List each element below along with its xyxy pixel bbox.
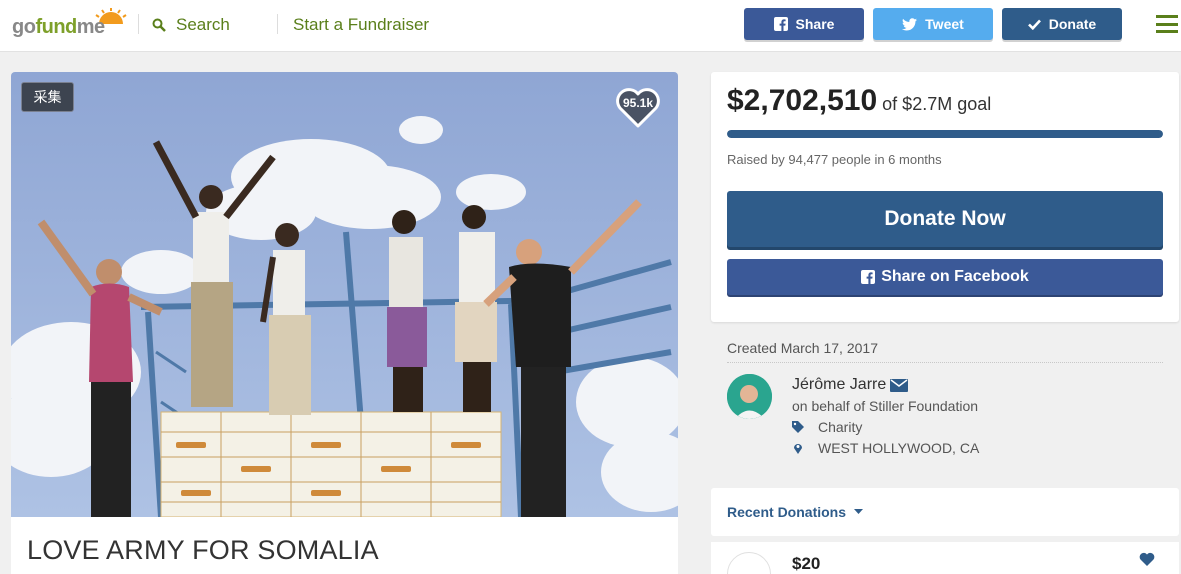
- search-link[interactable]: Search: [152, 15, 230, 35]
- beneficiary-text: on behalf of Stiller Foundation: [792, 398, 979, 414]
- header-divider: [277, 14, 278, 34]
- heart-icon[interactable]: [1139, 552, 1155, 566]
- campaign-hero-image: [11, 72, 678, 517]
- divider: [727, 362, 1163, 363]
- campaign-title-card: LOVE ARMY FOR SOMALIA: [11, 517, 678, 574]
- avatar: [727, 552, 771, 574]
- search-label: Search: [176, 15, 230, 34]
- category-label: Charity: [818, 419, 863, 435]
- progress-bar: [727, 130, 1163, 138]
- donate-now-button[interactable]: Donate Now: [727, 191, 1163, 247]
- check-icon: [1027, 19, 1041, 30]
- raised-by-text: Raised by 94,477 people in 6 months: [727, 152, 942, 167]
- location-pin-icon: [794, 444, 802, 454]
- donation-amount: $20: [792, 554, 821, 573]
- tweet-button[interactable]: Tweet: [873, 8, 993, 40]
- share-button[interactable]: Share: [744, 8, 864, 40]
- site-header: gofundme Search Start a Fundraiser Share…: [0, 0, 1181, 52]
- facebook-icon: [773, 17, 788, 31]
- gofundme-logo[interactable]: gofundme: [12, 8, 127, 44]
- created-date: Created March 17, 2017: [727, 340, 878, 356]
- organizer-name: Jérôme Jarre: [792, 376, 887, 393]
- start-fundraiser-link[interactable]: Start a Fundraiser: [293, 15, 429, 35]
- avatar[interactable]: [727, 374, 772, 419]
- envelope-icon[interactable]: [890, 378, 909, 392]
- recent-donations-header: Recent Donations: [711, 488, 1179, 536]
- twitter-icon: [902, 17, 918, 30]
- goal-text: of $2.7M goal: [882, 94, 992, 114]
- logo-wordmark: gofundme: [12, 16, 105, 38]
- heart-count: 95.1k: [622, 96, 654, 110]
- donate-header-button[interactable]: Donate: [1002, 8, 1122, 40]
- category-row[interactable]: Charity: [792, 419, 862, 435]
- recent-donations-dropdown[interactable]: Recent Donations: [727, 504, 864, 520]
- chevron-down-icon: [854, 509, 864, 514]
- hamburger-icon[interactable]: [1156, 15, 1178, 33]
- organizer-name-link[interactable]: Jérôme Jarre: [792, 376, 909, 394]
- tag-icon: [792, 421, 804, 433]
- share-on-facebook-button[interactable]: Share on Facebook: [727, 259, 1163, 295]
- raised-summary: $2,702,510 of $2.7M goal: [727, 84, 991, 118]
- search-icon: [152, 18, 166, 32]
- list-item: $20: [711, 542, 1179, 574]
- raised-amount: $2,702,510: [727, 84, 878, 117]
- facebook-icon: [861, 270, 876, 284]
- campaign-title: LOVE ARMY FOR SOMALIA: [27, 535, 379, 565]
- progress-fill: [727, 130, 1163, 138]
- donation-panel: $2,702,510 of $2.7M goal Raised by 94,47…: [711, 72, 1179, 322]
- collect-tag[interactable]: 采集: [21, 82, 74, 112]
- location-row: WEST HOLLYWOOD, CA: [792, 440, 979, 456]
- header-divider: [138, 14, 139, 34]
- location-label: WEST HOLLYWOOD, CA: [818, 440, 980, 456]
